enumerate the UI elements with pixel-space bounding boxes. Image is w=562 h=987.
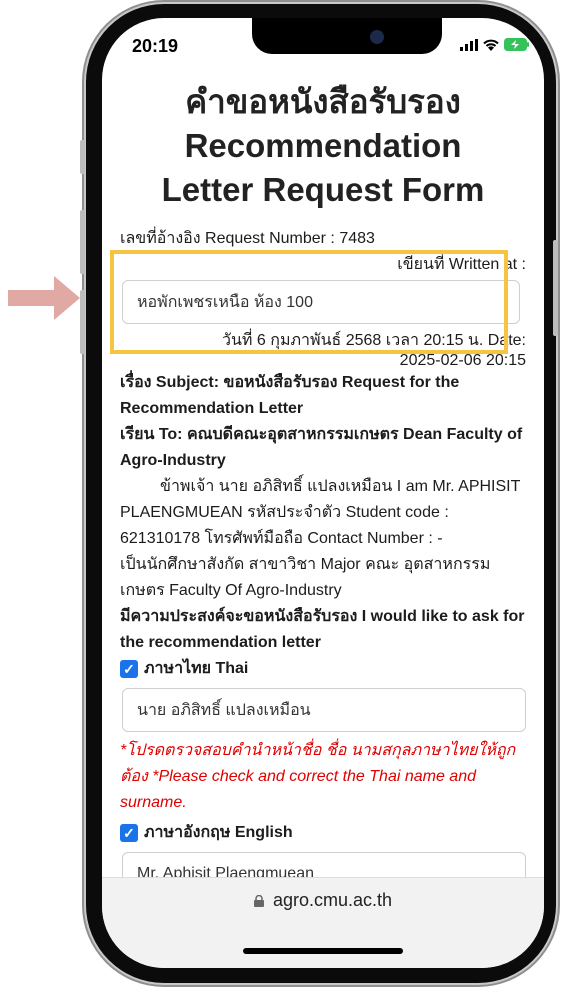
english-checkbox[interactable]: ✓ [120,824,138,842]
notch [252,18,442,54]
thai-name-input[interactable]: นาย อภิสิทธิ์ แปลงเหมือน [122,688,526,732]
title-line-thai: คำขอหนังสือรับรอง [185,83,461,120]
lock-icon [253,894,264,907]
title-line-3: Letter Request Form [161,171,485,208]
status-time: 20:19 [132,36,179,56]
browser-url-bar[interactable]: agro.cmu.ac.th [102,877,544,968]
date-value: 2025-02-06 20:15 [399,354,526,368]
thai-checkbox[interactable]: ✓ [120,660,138,678]
english-option-label: ภาษาอังกฤษ English [144,824,293,841]
subject-line: เรื่อง Subject: ขอหนังสือรับรอง Request … [120,370,526,422]
written-at-field[interactable]: หอพักเพชรเหนือ ห้อง 100 [122,280,520,324]
signal-icon [460,38,478,51]
home-indicator [243,948,403,954]
thai-name-note: *โปรดตรวจสอบคำนำหน้าชื่อ ชื่อ นามสกุลภาษ… [120,742,516,811]
battery-charging-icon [504,38,529,51]
english-option[interactable]: ✓ ภาษาอังกฤษ English [120,820,526,846]
request-number-value: 7483 [339,230,375,247]
to-label: เรียน To: [120,426,183,443]
body-paragraph-3: มีความประสงค์จะขอหนังสือรับรอง I would l… [120,608,525,651]
body-paragraph-2: เป็นนักศึกษาสังกัด สาขาวิชา Major คณะ อุ… [120,556,491,599]
volume-up-button [80,210,85,274]
thai-option[interactable]: ✓ ภาษาไทย Thai [120,656,526,682]
power-button [553,240,558,336]
page-title: คำขอหนังสือรับรอง Recommendation Letter … [120,80,526,212]
body-paragraph-1: ข้าพเจ้า นาย อภิสิทธิ์ แปลงเหมือน I am M… [120,478,521,547]
written-at-label: เขียนที่ Written at : [397,256,526,273]
pointer-arrow-icon [8,276,80,320]
phone-screen: 20:19 คำขอหนังสือรับรอง Recommendation L… [102,18,544,968]
url-display[interactable]: agro.cmu.ac.th [102,890,544,911]
request-number: เลขที่อ้างอิง Request Number : 7483 [120,226,526,252]
subject-label: เรื่อง Subject: [120,374,220,391]
url-text: agro.cmu.ac.th [272,890,393,910]
date-line: วันที่ 6 กุมภาพันธ์ 2568 เวลา 20:15 น. D… [222,332,526,349]
status-icons [460,38,530,51]
volume-down-button [80,290,85,354]
wifi-icon [483,39,499,51]
thai-option-label: ภาษาไทย Thai [144,660,249,677]
title-line-2: Recommendation [184,127,462,164]
camera-icon [370,30,384,44]
request-number-label: เลขที่อ้างอิง Request Number : [120,230,335,247]
silent-switch [80,140,85,174]
form-content: คำขอหนังสือรับรอง Recommendation Letter … [120,80,526,896]
to-line: เรียน To: คณบดีคณะอุตสาหกรรมเกษตร Dean F… [120,422,526,474]
